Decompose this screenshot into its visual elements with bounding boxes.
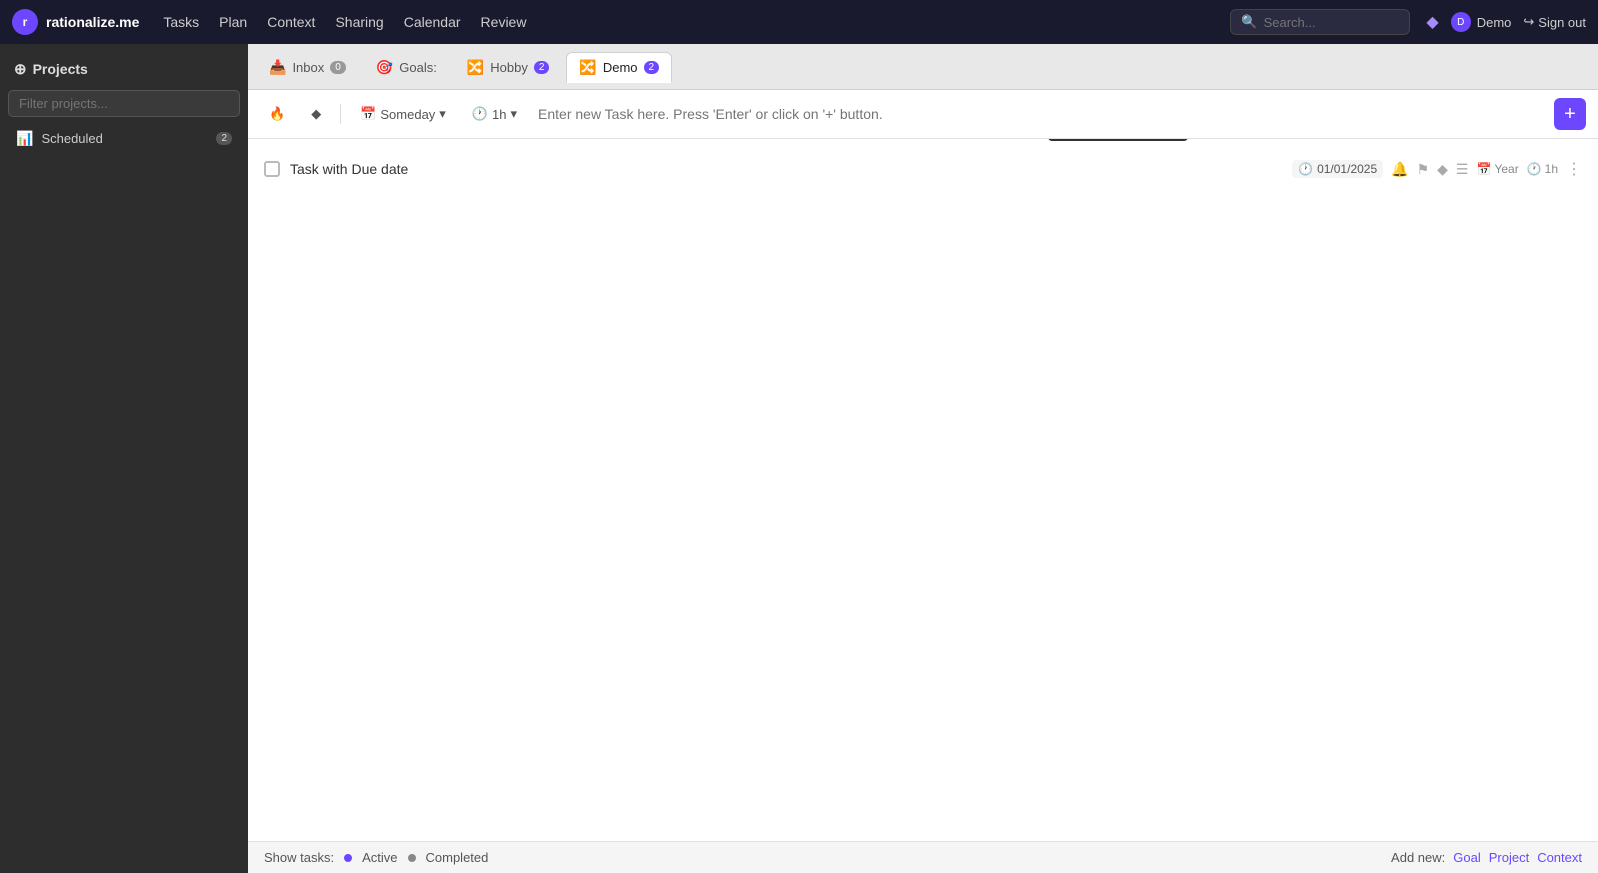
tab-hobby[interactable]: 🔀 Hobby 2 bbox=[454, 52, 563, 83]
topnav: r rationalize.me Tasks Plan Context Shar… bbox=[0, 0, 1598, 44]
footer-right: Add new: Goal Project Context bbox=[1391, 850, 1582, 865]
main-content: 📥 Inbox 0 🎯 Goals: 🔀 Hobby 2 🔀 Demo 2 bbox=[248, 44, 1598, 873]
search-icon: 🔍 bbox=[1241, 14, 1257, 30]
sidebar: ⊕ Projects 📊 Scheduled 2 bbox=[0, 44, 248, 873]
add-new-label: Add new: bbox=[1391, 850, 1445, 865]
tab-goals[interactable]: 🎯 Goals: bbox=[363, 52, 450, 83]
fire-icon: 🔥 bbox=[269, 106, 285, 122]
plus-icon: + bbox=[1564, 103, 1576, 126]
user-info[interactable]: D Demo bbox=[1451, 12, 1512, 32]
sidebar-item-scheduled[interactable]: 📊 Scheduled 2 bbox=[8, 125, 240, 152]
filter-projects-input[interactable] bbox=[8, 90, 240, 117]
toolbar: 🔥 ◆ 📅 Someday ▾ 🕐 1h ▾ + bbox=[248, 90, 1598, 139]
bar-chart-icon: 📊 bbox=[16, 130, 33, 147]
logo[interactable]: r rationalize.me bbox=[12, 9, 139, 35]
completed-label: Completed bbox=[426, 850, 489, 865]
topnav-right: ◆ D Demo ↪ Sign out bbox=[1426, 12, 1586, 32]
demo-icon: 🔀 bbox=[579, 59, 596, 76]
signout-icon: ↪ bbox=[1523, 14, 1534, 30]
task-notes-icon[interactable]: ☰ bbox=[1456, 161, 1469, 178]
task-list: Due 01/01/2025 01:00:00 Task with Due da… bbox=[248, 139, 1598, 841]
task-year-calendar-icon: 📅 bbox=[1476, 162, 1491, 176]
completed-radio[interactable] bbox=[408, 854, 416, 862]
projects-header[interactable]: ⊕ Projects bbox=[8, 56, 240, 82]
hobby-icon: 🔀 bbox=[467, 59, 484, 76]
clock-icon: 🕐 bbox=[472, 106, 488, 122]
signout-label: Sign out bbox=[1538, 15, 1586, 30]
tabs-bar: 📥 Inbox 0 🎯 Goals: 🔀 Hobby 2 🔀 Demo 2 bbox=[248, 44, 1598, 90]
add-context-link[interactable]: Context bbox=[1537, 850, 1582, 865]
nav-calendar[interactable]: Calendar bbox=[396, 10, 469, 34]
time-dropdown[interactable]: 🕐 1h ▾ bbox=[463, 101, 526, 127]
layout: ⊕ Projects 📊 Scheduled 2 📥 Inbox 0 🎯 Goa… bbox=[0, 44, 1598, 873]
task-more-button[interactable]: ⋮ bbox=[1566, 159, 1582, 179]
tab-demo-badge: 2 bbox=[644, 61, 660, 74]
logo-icon: r bbox=[12, 9, 38, 35]
task-due-date[interactable]: 🕐 01/01/2025 bbox=[1292, 160, 1383, 178]
sidebar-item-label: Scheduled bbox=[41, 131, 102, 146]
fire-button[interactable]: 🔥 bbox=[260, 101, 294, 127]
tab-demo-label: Demo bbox=[603, 60, 638, 75]
due-date-value: 01/01/2025 bbox=[1317, 162, 1377, 176]
tab-inbox-badge: 0 bbox=[330, 61, 346, 74]
signout-button[interactable]: ↪ Sign out bbox=[1523, 14, 1586, 30]
logo-text: rationalize.me bbox=[46, 14, 139, 30]
time-chevron-icon: ▾ bbox=[510, 106, 517, 122]
add-project-link[interactable]: Project bbox=[1489, 850, 1529, 865]
diamond-icon: ◆ bbox=[311, 106, 321, 122]
time-label: 1h bbox=[492, 107, 506, 122]
toolbar-divider-1 bbox=[340, 104, 341, 124]
search-input[interactable] bbox=[1264, 15, 1404, 30]
projects-label: Projects bbox=[33, 61, 88, 77]
task-time-value: 1h bbox=[1545, 162, 1558, 176]
show-tasks-label: Show tasks: bbox=[264, 850, 334, 865]
task-actions: 🕐 01/01/2025 🔔 ⚑ ◆ ☰ 📅 Year 🕐 1h bbox=[1292, 159, 1582, 179]
task-flag-icon[interactable]: ⚑ bbox=[1417, 161, 1430, 178]
due-date-tooltip: Due 01/01/2025 01:00:00 bbox=[1048, 139, 1188, 141]
calendar-icon: 📅 bbox=[360, 106, 376, 122]
footer-left: Show tasks: Active Completed bbox=[264, 850, 488, 865]
nav-sharing[interactable]: Sharing bbox=[327, 10, 391, 34]
topnav-links: Tasks Plan Context Sharing Calendar Revi… bbox=[155, 10, 534, 34]
tab-goals-label: Goals: bbox=[399, 60, 437, 75]
task-checkbox[interactable] bbox=[264, 161, 280, 177]
tab-demo[interactable]: 🔀 Demo 2 bbox=[566, 52, 672, 83]
add-goal-link[interactable]: Goal bbox=[1453, 850, 1480, 865]
inbox-icon: 📥 bbox=[269, 59, 286, 76]
task-name: Task with Due date bbox=[290, 161, 1282, 177]
table-row: Due 01/01/2025 01:00:00 Task with Due da… bbox=[248, 151, 1598, 187]
tab-hobby-label: Hobby bbox=[490, 60, 528, 75]
add-task-button[interactable]: + bbox=[1554, 98, 1586, 130]
diamond-button[interactable]: ◆ bbox=[302, 101, 330, 127]
task-time-clock-icon: 🕐 bbox=[1527, 162, 1542, 176]
schedule-label: Someday bbox=[380, 107, 435, 122]
sidebar-item-badge: 2 bbox=[216, 132, 232, 145]
user-name: Demo bbox=[1477, 15, 1512, 30]
due-clock-icon: 🕐 bbox=[1298, 162, 1313, 176]
premium-icon: ◆ bbox=[1426, 12, 1438, 32]
task-bell-icon[interactable]: 🔔 bbox=[1391, 161, 1408, 178]
nav-context[interactable]: Context bbox=[259, 10, 323, 34]
tab-inbox-label: Inbox bbox=[292, 60, 324, 75]
task-year[interactable]: 📅 Year bbox=[1476, 162, 1518, 176]
plus-circle-icon: ⊕ bbox=[14, 60, 27, 78]
chevron-down-icon: ▾ bbox=[439, 106, 446, 122]
tab-hobby-badge: 2 bbox=[534, 61, 550, 74]
task-diamond-icon[interactable]: ◆ bbox=[1437, 161, 1448, 178]
goals-icon: 🎯 bbox=[376, 59, 393, 76]
nav-review[interactable]: Review bbox=[473, 10, 535, 34]
nav-plan[interactable]: Plan bbox=[211, 10, 255, 34]
active-label: Active bbox=[362, 850, 397, 865]
schedule-dropdown[interactable]: 📅 Someday ▾ bbox=[351, 101, 455, 127]
active-radio[interactable] bbox=[344, 854, 352, 862]
task-year-value: Year bbox=[1494, 162, 1518, 176]
nav-tasks[interactable]: Tasks bbox=[155, 10, 207, 34]
tab-inbox[interactable]: 📥 Inbox 0 bbox=[256, 52, 359, 83]
new-task-input[interactable] bbox=[534, 102, 1546, 126]
avatar: D bbox=[1451, 12, 1471, 32]
search-bar[interactable]: 🔍 bbox=[1230, 9, 1410, 35]
task-time[interactable]: 🕐 1h bbox=[1527, 162, 1558, 176]
footer: Show tasks: Active Completed Add new: Go… bbox=[248, 841, 1598, 873]
